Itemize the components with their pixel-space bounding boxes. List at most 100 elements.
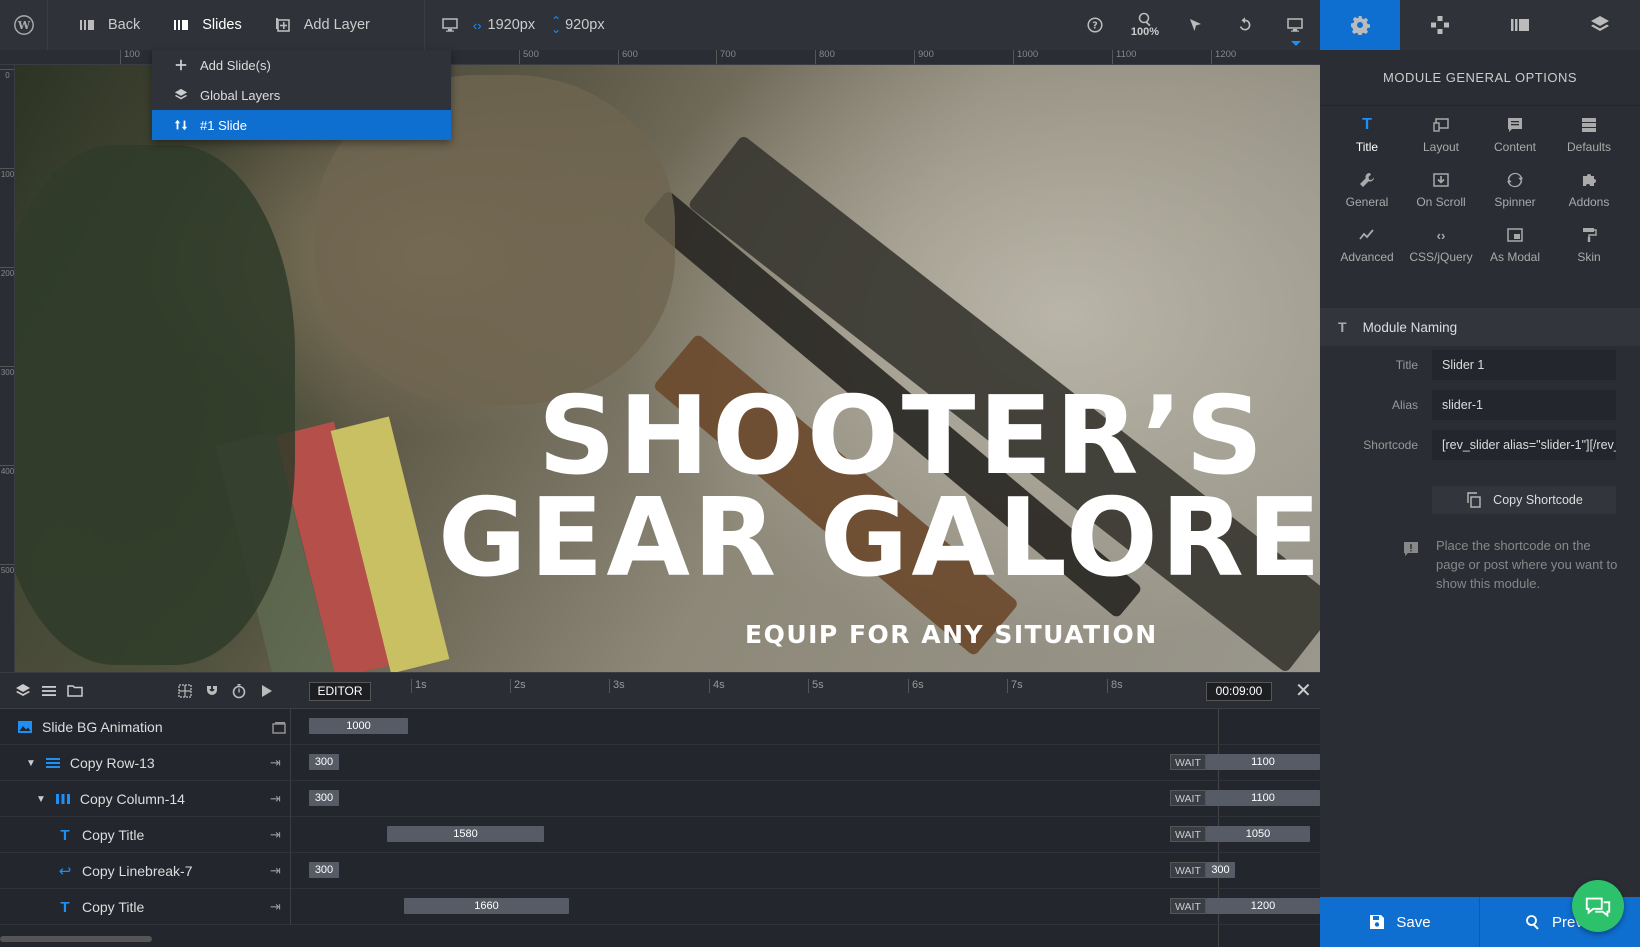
image-icon	[16, 718, 34, 736]
timeline-end-time[interactable]: 00:09:00	[1206, 682, 1272, 701]
animation-bar[interactable]: 1580	[387, 826, 544, 842]
tab-navigation[interactable]	[1400, 0, 1480, 50]
option-content[interactable]: Content	[1478, 116, 1552, 158]
option-defaults[interactable]: Defaults	[1552, 116, 1626, 158]
timeline-row[interactable]: ↩ Copy Linebreak-7 ⇥ 300 WAIT 300	[0, 853, 1320, 889]
back-button[interactable]: Back	[66, 0, 152, 50]
layer-name[interactable]: ▼ Copy Row-13	[26, 745, 155, 781]
layer-name[interactable]: Slide BG Animation	[16, 709, 163, 745]
animation-bar[interactable]: 1660	[404, 898, 569, 914]
option-css-jquery[interactable]: ‹› CSS/jQuery	[1404, 226, 1478, 268]
option-skin[interactable]: Skin	[1552, 226, 1626, 268]
menu-item-label: Add Slide(s)	[200, 57, 271, 73]
title-field-row: Title Slider 1	[1320, 350, 1640, 380]
select-tool-button[interactable]	[1170, 0, 1220, 50]
tab-module-settings[interactable]	[1320, 0, 1400, 50]
animation-out-bar[interactable]: 300	[1206, 862, 1235, 878]
timeline-header: EDITOR 1s 2s 3s 4s 5s 6s 7s 8s 00:09:00 …	[0, 673, 1320, 709]
animation-out-bar[interactable]: 1100	[1206, 754, 1320, 770]
option-addons[interactable]: Addons	[1552, 171, 1626, 213]
timeline-row[interactable]: ▼ Copy Column-14 ⇥ 300 WAIT 1100	[0, 781, 1320, 817]
layers-icon[interactable]	[14, 682, 32, 700]
option-layout[interactable]: Layout	[1404, 116, 1478, 158]
device-preview-button[interactable]	[1270, 0, 1320, 50]
caret-down-icon[interactable]: ▼	[26, 758, 36, 769]
image-folder-icon[interactable]	[270, 719, 288, 737]
title-input[interactable]: Slider 1	[1432, 350, 1616, 380]
option-label: Spinner	[1494, 195, 1536, 209]
align-end-icon[interactable]: ⇥	[270, 899, 281, 915]
layer-label: Copy Row-13	[69, 755, 155, 771]
option-advanced[interactable]: Advanced	[1330, 226, 1404, 268]
animation-out-bar[interactable]: 1100	[1206, 790, 1320, 806]
list-icon[interactable]	[40, 682, 58, 700]
animation-bar[interactable]: 300	[309, 790, 339, 806]
undo-button[interactable]	[1220, 0, 1270, 50]
close-icon[interactable]: ✕	[1295, 681, 1312, 701]
canvas-height-field[interactable]: ⌃ ⌄ 920px	[543, 0, 613, 50]
editor-mode-label[interactable]: EDITOR	[309, 682, 371, 701]
zoom-button[interactable]: 100%	[1120, 0, 1170, 50]
timeline-row[interactable]: ▼ Copy Row-13 ⇥ 300 WAIT 1100	[0, 745, 1320, 781]
animation-bar[interactable]: 1000	[309, 718, 408, 734]
layer-name[interactable]: T Copy Title	[56, 817, 144, 853]
option-general[interactable]: General	[1330, 171, 1404, 213]
option-on-scroll[interactable]: On Scroll	[1404, 171, 1478, 213]
module-naming-section[interactable]: T Module Naming	[1320, 308, 1640, 346]
grid-icon[interactable]	[176, 682, 194, 700]
timeline-row[interactable]: T Copy Title ⇥ 1580 WAIT 1050	[0, 817, 1320, 853]
shortcode-input[interactable]: [rev_slider alias="slider-1"][/rev_slide…	[1432, 430, 1616, 460]
align-end-icon[interactable]: ⇥	[270, 791, 281, 807]
align-end-icon[interactable]: ⇥	[270, 827, 281, 843]
layer-name[interactable]: ↩ Copy Linebreak-7	[56, 853, 193, 889]
field-label: Shortcode	[1363, 438, 1418, 452]
add-slides-menu-item[interactable]: Add Slide(s)	[152, 50, 451, 80]
layer-name[interactable]: T Copy Title	[56, 889, 144, 925]
ruler-tick: 300	[0, 366, 15, 377]
layer-label: Slide BG Animation	[42, 719, 163, 735]
device-desktop-button[interactable]	[435, 0, 465, 50]
headline-line-1[interactable]: SHOOTER’S	[538, 383, 1266, 491]
timeline-row[interactable]: Slide BG Animation 1000	[0, 709, 1320, 745]
headline-line-2[interactable]: GEAR GALORE	[438, 485, 1320, 593]
subheadline[interactable]: EQUIP FOR ANY SITUATION	[745, 620, 1158, 649]
folder-icon[interactable]	[66, 682, 84, 700]
linebreak-icon: ↩	[58, 863, 72, 880]
tab-layer-settings[interactable]	[1560, 0, 1640, 50]
animation-bar[interactable]: 300	[309, 754, 339, 770]
animation-bar[interactable]: 300	[309, 862, 339, 878]
section-label: Module Naming	[1362, 319, 1458, 335]
row-divider	[290, 817, 291, 853]
add-layer-button[interactable]: Add Layer	[262, 0, 382, 50]
timeline-row[interactable]: T Copy Title ⇥ 1660 WAIT 1200	[0, 889, 1320, 925]
save-button[interactable]: Save	[1320, 897, 1480, 947]
align-end-icon[interactable]: ⇥	[270, 863, 281, 879]
slides-button[interactable]: Slides	[160, 0, 254, 50]
animation-out-bar[interactable]: 1200	[1206, 898, 1320, 914]
copy-shortcode-button[interactable]: Copy Shortcode	[1432, 486, 1616, 514]
tab-slide-settings[interactable]	[1480, 0, 1560, 50]
option-as-modal[interactable]: As Modal	[1478, 226, 1552, 268]
wordpress-logo-icon[interactable]: W	[0, 0, 48, 50]
comment-alert-icon	[1402, 540, 1420, 558]
play-icon[interactable]	[257, 682, 275, 700]
sort-icon	[174, 118, 188, 132]
toolbar-right-group: ? 100%	[1070, 0, 1320, 50]
slide-1-menu-item[interactable]: #1 Slide	[152, 110, 451, 140]
option-title[interactable]: T Title	[1330, 116, 1404, 158]
animation-out-bar[interactable]: 1050	[1206, 826, 1310, 842]
option-spinner[interactable]: Spinner	[1478, 171, 1552, 213]
timeline-scrollbar[interactable]	[0, 936, 152, 942]
align-end-icon[interactable]: ⇥	[270, 755, 281, 771]
alias-input[interactable]: slider-1	[1432, 390, 1616, 420]
global-layers-menu-item[interactable]: Global Layers	[152, 80, 451, 110]
layer-name[interactable]: ▼ Copy Column-14	[36, 781, 185, 817]
canvas-width-field[interactable]: ‹› 1920px	[465, 0, 543, 50]
chat-support-button[interactable]	[1572, 880, 1624, 932]
caret-down-icon[interactable]: ▼	[36, 794, 46, 805]
stopwatch-icon[interactable]	[230, 682, 248, 700]
help-button[interactable]: ?	[1070, 0, 1120, 50]
magnet-icon[interactable]	[203, 682, 221, 700]
settings-tabs	[1320, 0, 1640, 50]
text-icon: T	[1362, 116, 1372, 133]
